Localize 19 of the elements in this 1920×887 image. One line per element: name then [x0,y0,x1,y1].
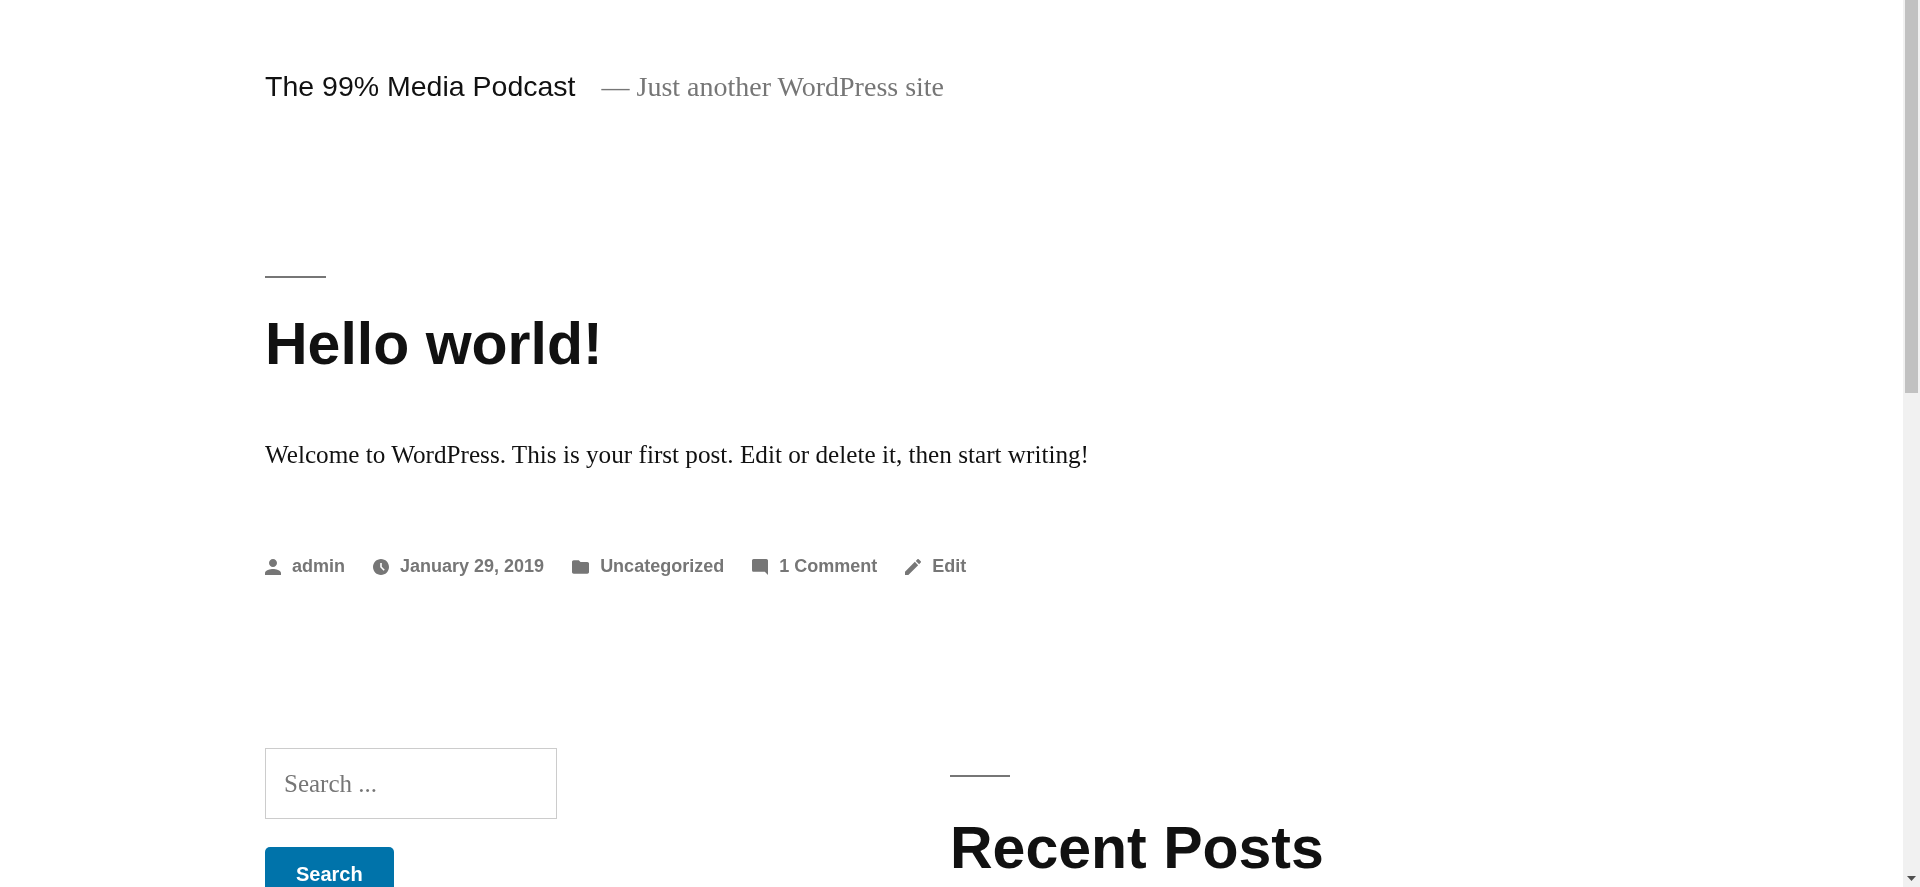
scrollbar-thumb[interactable] [1905,0,1918,393]
site-title-link[interactable]: The 99% Media Podcast [265,69,576,104]
search-button[interactable]: Search [265,847,394,887]
search-field[interactable]: Search ... [265,748,557,820]
post-body-text: Welcome to WordPress. This is your first post. Edit or delete it, then start writing! [265,439,1090,470]
site-tagline: — Just another WordPress site [601,70,945,104]
person-icon [265,558,281,575]
speech-bubble-icon [752,558,769,575]
author-link[interactable]: admin [292,554,345,580]
date-link[interactable]: January 29, 2019 [400,554,545,580]
clock-icon [373,558,389,575]
pencil-icon [905,558,922,575]
category-link[interactable]: Uncategorized [600,554,725,580]
scroll-down-arrow-icon[interactable] [1907,876,1916,881]
folder-icon [572,559,590,574]
post-title: Hello world! [265,311,604,376]
widget-heading: Recent Posts [950,819,1325,879]
edit-link[interactable]: Edit [932,554,967,580]
comments-link[interactable]: 1 Comment [779,554,878,580]
